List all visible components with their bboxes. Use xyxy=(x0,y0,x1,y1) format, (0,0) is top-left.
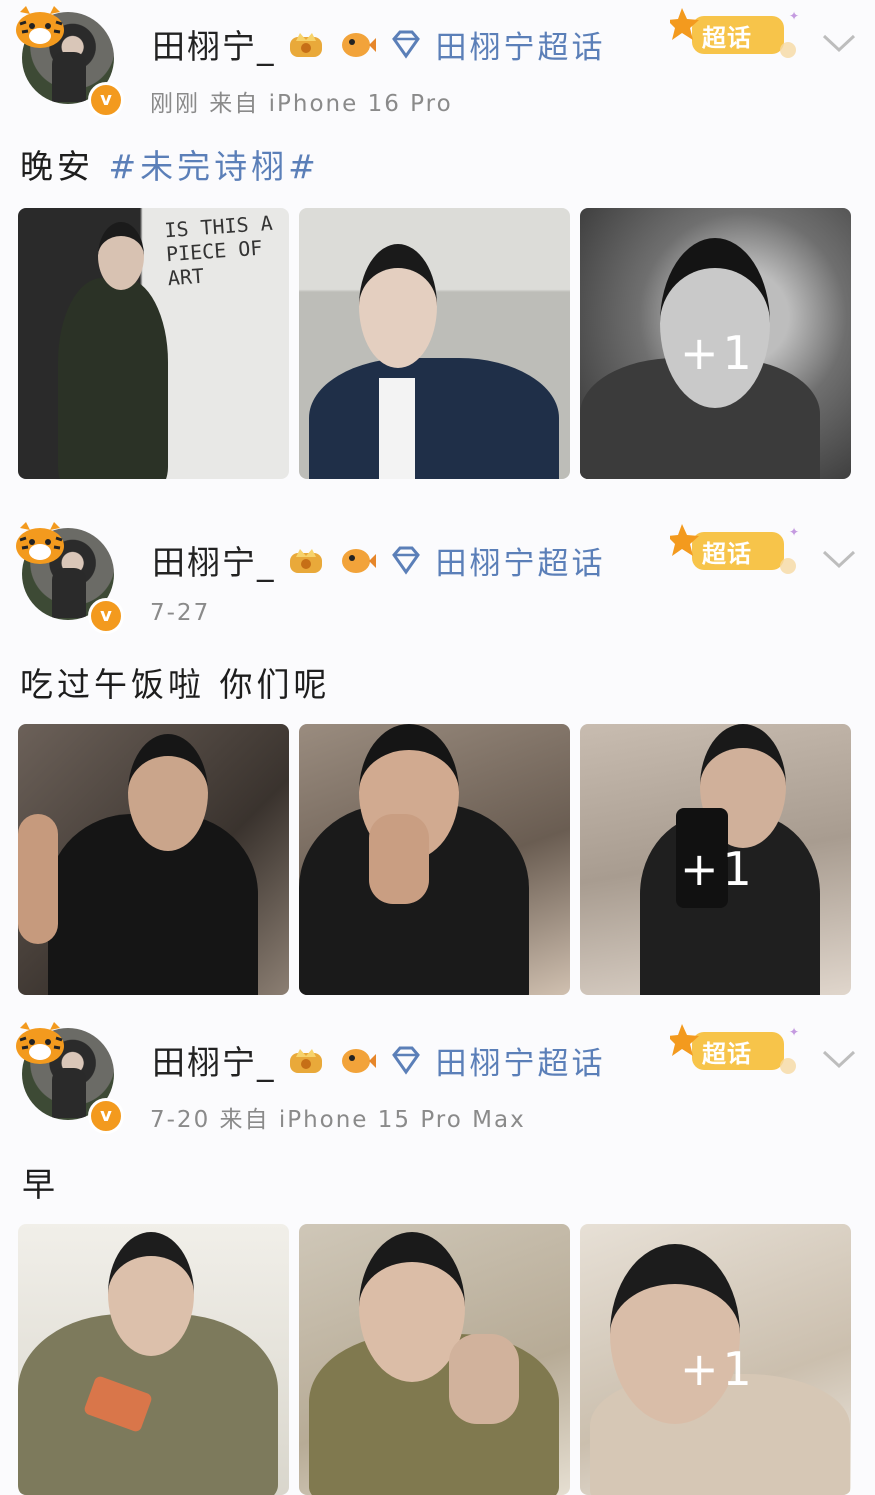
photo-thumbnail[interactable] xyxy=(18,724,289,995)
svg-text:✦: ✦ xyxy=(789,1025,799,1039)
chaohua-button[interactable]: ✦ 超话 xyxy=(667,522,805,582)
photo-thumbnail[interactable]: +1 xyxy=(580,724,851,995)
post-meta: 刚刚 来自 iPhone 16 Pro xyxy=(150,91,453,117)
chaohua-button[interactable]: ✦ 超话 xyxy=(667,6,805,66)
verified-v-icon: v xyxy=(88,1098,124,1134)
crown-badge-icon[interactable] xyxy=(286,27,326,61)
tiger-sticker-icon xyxy=(16,6,64,48)
svg-text:✦: ✦ xyxy=(789,9,799,23)
username[interactable]: 田栩宁_ xyxy=(152,20,276,68)
photo-thumbnail[interactable] xyxy=(18,1224,289,1495)
pufferfish-badge-icon[interactable] xyxy=(336,27,376,61)
diamond-icon[interactable] xyxy=(386,27,426,61)
chevron-down-icon[interactable] xyxy=(820,30,858,56)
chevron-down-icon[interactable] xyxy=(820,1046,858,1072)
diamond-icon[interactable] xyxy=(386,543,426,577)
verified-v-icon: v xyxy=(88,598,124,634)
pufferfish-badge-icon[interactable] xyxy=(336,1043,376,1077)
username[interactable]: 田栩宁_ xyxy=(152,1036,276,1084)
more-photos-count: +1 xyxy=(680,842,756,896)
post-content: 晚安 #未完诗栩# xyxy=(20,140,320,188)
post-meta: 7-27 xyxy=(150,600,211,626)
svg-text:✦: ✦ xyxy=(789,525,799,539)
diamond-icon[interactable] xyxy=(386,1043,426,1077)
content-text: 吃过午饭啦 你们呢 xyxy=(20,665,331,704)
photo-grid: +1 xyxy=(18,1224,851,1495)
name-row: 田栩宁_ 田栩宁超话 xyxy=(152,538,606,582)
crown-badge-icon[interactable] xyxy=(286,1043,326,1077)
photo-grid: +1 xyxy=(18,724,851,995)
tiger-sticker-icon xyxy=(16,1022,64,1064)
avatar[interactable]: v xyxy=(12,4,124,118)
photo-thumbnail[interactable]: +1 xyxy=(580,208,851,479)
hashtag-link[interactable]: #未完诗栩# xyxy=(109,147,320,186)
content-text: 早 xyxy=(22,1165,59,1204)
verified-v-icon: v xyxy=(88,82,124,118)
avatar[interactable]: v xyxy=(12,1020,124,1134)
photo-thumbnail[interactable] xyxy=(299,724,570,995)
crown-badge-icon[interactable] xyxy=(286,543,326,577)
supertopic-link[interactable]: 田栩宁超话 xyxy=(436,1038,606,1083)
post-content: 早 xyxy=(22,1158,59,1206)
post-content: 吃过午饭啦 你们呢 xyxy=(20,658,331,706)
name-row: 田栩宁_ 田栩宁超话 xyxy=(152,22,606,66)
name-row: 田栩宁_ 田栩宁超话 xyxy=(152,1038,606,1082)
username[interactable]: 田栩宁_ xyxy=(152,536,276,584)
photo-grid: IS THIS A PIECE OF ART +1 xyxy=(18,208,851,479)
more-photos-count: +1 xyxy=(680,1342,756,1396)
chaohua-label: 超话 xyxy=(702,24,752,52)
tiger-sticker-icon xyxy=(16,522,64,564)
photo-thumbnail[interactable] xyxy=(299,1224,570,1495)
chevron-down-icon[interactable] xyxy=(820,546,858,572)
wall-text: IS THIS A PIECE OF ART xyxy=(163,210,274,291)
photo-thumbnail[interactable]: +1 xyxy=(580,1224,851,1495)
more-photos-count: +1 xyxy=(680,326,756,380)
content-text: 晚安 xyxy=(20,147,94,186)
supertopic-link[interactable]: 田栩宁超话 xyxy=(436,22,606,67)
pufferfish-badge-icon[interactable] xyxy=(336,543,376,577)
photo-thumbnail[interactable]: IS THIS A PIECE OF ART xyxy=(18,208,289,479)
avatar[interactable]: v xyxy=(12,520,124,634)
chaohua-label: 超话 xyxy=(702,1040,752,1068)
chaohua-label: 超话 xyxy=(702,540,752,568)
photo-thumbnail[interactable] xyxy=(299,208,570,479)
supertopic-link[interactable]: 田栩宁超话 xyxy=(436,538,606,583)
chaohua-button[interactable]: ✦ 超话 xyxy=(667,1022,805,1082)
post-meta: 7-20 来自 iPhone 15 Pro Max xyxy=(150,1107,526,1133)
